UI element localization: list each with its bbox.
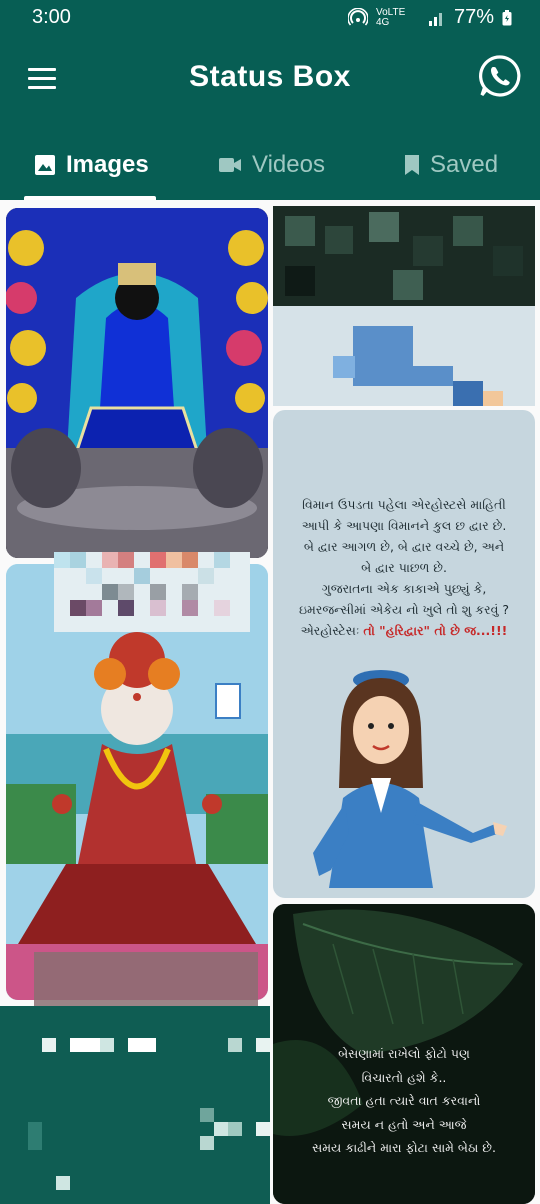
tab-videos[interactable]: Videos — [218, 130, 325, 200]
app-title: Status Box — [189, 60, 351, 93]
pixelated-caption-strip — [54, 552, 250, 632]
deity-image — [6, 208, 268, 558]
status-image-card[interactable] — [0, 1006, 270, 1204]
tab-saved-label: Saved — [430, 151, 499, 178]
joke-text: વિમાન ઉપડતા પહેલા એરહોસ્ટસે માહિતી આપી ક… — [299, 497, 509, 638]
battery-percent: 77% — [453, 6, 494, 28]
bookmark-icon — [405, 155, 419, 175]
quote-text: બેસણામાં રાખેલો ફોટો પણ વિચારતો હશે કે..… — [312, 1046, 496, 1155]
status-bar: 3:00 VoLTE 4G 77% — [0, 0, 540, 36]
video-icon — [219, 158, 241, 172]
airhostess-illustration — [313, 670, 507, 888]
tab-images[interactable]: Images — [34, 130, 149, 200]
status-image-card[interactable]: વિમાન ઉપડતા પહેલા એરહોસ્ટસે માહિતી આપી ક… — [273, 410, 535, 898]
status-image-card[interactable]: બેસણામાં રાખેલો ફોટો પણ વિચારતો હશે કે..… — [273, 904, 535, 1204]
status-time: 3:00 — [32, 6, 71, 28]
tab-bar: Images Videos Saved — [0, 130, 540, 200]
status-image-card[interactable] — [273, 206, 535, 406]
signal-icon — [428, 12, 442, 26]
tab-images-label: Images — [66, 151, 149, 178]
tab-videos-label: Videos — [252, 151, 325, 178]
whatsapp-icon[interactable] — [478, 54, 522, 98]
app-bar: Status Box Images Videos Saved — [0, 36, 540, 200]
pixelated-image — [273, 206, 535, 406]
status-image-card[interactable] — [6, 208, 268, 558]
hotspot-icon — [347, 7, 368, 26]
tab-saved[interactable]: Saved — [404, 130, 498, 200]
status-grid: વિમાન ઉપડતા પહેલા એરહોસ્ટસે માહિતી આપી ક… — [0, 200, 540, 1204]
status-icons: VoLTE 4G 77% — [347, 6, 512, 29]
network-label: VoLTE 4G — [375, 6, 406, 28]
battery-icon — [502, 9, 512, 25]
pixelated-image — [0, 1006, 270, 1204]
image-icon — [35, 155, 55, 175]
